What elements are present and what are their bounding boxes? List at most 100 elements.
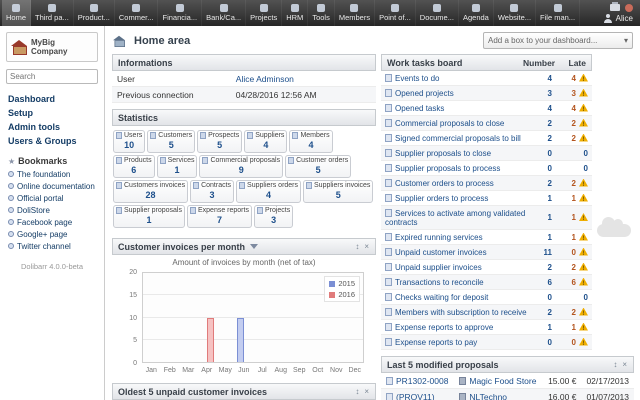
company-link[interactable]: NLTechno xyxy=(469,392,507,400)
sidebar-item-admin-tools[interactable]: Admin tools xyxy=(0,120,104,134)
task-link[interactable]: Customer orders to process xyxy=(395,179,494,188)
stat-expense-reports[interactable]: Expense reports7 xyxy=(187,205,252,228)
website-icon xyxy=(510,4,518,12)
menu-home[interactable]: Home xyxy=(2,0,31,26)
company-link[interactable]: Magic Food Store xyxy=(469,376,536,386)
task-link[interactable]: Supplier proposals to close xyxy=(395,149,491,158)
company-name: MyBig Company xyxy=(31,38,93,56)
informations-header: Informations xyxy=(112,54,376,71)
menu-product[interactable]: Product... xyxy=(74,0,115,26)
stat-customers[interactable]: Customers5 xyxy=(147,130,195,153)
filter-icon[interactable] xyxy=(250,244,258,249)
task-link[interactable]: Members with subscription to receive xyxy=(395,308,527,317)
logout-icon[interactable] xyxy=(625,4,633,12)
task-number-value[interactable]: 2 xyxy=(548,119,552,128)
task-number-value[interactable]: 0 xyxy=(548,293,552,302)
task-link[interactable]: Expense reports to pay xyxy=(395,338,477,347)
menu-third-pa[interactable]: Third pa... xyxy=(31,0,74,26)
task-number-value[interactable]: 1 xyxy=(548,233,552,242)
task-link[interactable]: Transactions to reconcile xyxy=(395,278,484,287)
ref-link[interactable]: PR1302-0008 xyxy=(396,376,448,386)
task-link[interactable]: Services to activate among validated con… xyxy=(385,209,525,227)
stat-prospects[interactable]: Prospects5 xyxy=(197,130,242,153)
stat-contracts[interactable]: Contracts3 xyxy=(190,180,234,203)
menu-website[interactable]: Website... xyxy=(494,0,536,26)
close-icon[interactable]: × xyxy=(363,387,370,396)
task-link[interactable]: Signed commercial proposals to bill xyxy=(395,134,521,143)
task-number-value[interactable]: 2 xyxy=(548,134,552,143)
collapse-icon[interactable]: ↕ xyxy=(354,387,360,396)
bookmark-item-the-foundation[interactable]: The foundation xyxy=(0,168,104,180)
sidebar-item-dashboard[interactable]: Dashboard xyxy=(0,92,104,106)
stat-suppliers[interactable]: Suppliers4 xyxy=(244,130,287,153)
task-number-cell: 2 xyxy=(532,260,556,275)
task-link[interactable]: Opened tasks xyxy=(395,104,444,113)
menu-hrm[interactable]: HRM xyxy=(282,0,308,26)
stat-customers-invoices[interactable]: Customers invoices28 xyxy=(113,180,188,203)
task-link[interactable]: Opened projects xyxy=(395,89,454,98)
task-number-value[interactable]: 1 xyxy=(548,213,552,222)
menu-tools[interactable]: Tools xyxy=(308,0,335,26)
stat-users[interactable]: Users10 xyxy=(113,130,145,153)
task-number-value[interactable]: 4 xyxy=(548,104,552,113)
menu-agenda[interactable]: Agenda xyxy=(459,0,494,26)
task-link[interactable]: Events to do xyxy=(395,74,439,83)
bookmark-item-facebook-page[interactable]: Facebook page xyxy=(0,216,104,228)
stat-members[interactable]: Members4 xyxy=(289,130,332,153)
ref-link[interactable]: (PROV11) xyxy=(396,392,435,400)
search-input[interactable] xyxy=(6,69,98,84)
menu-financia[interactable]: Financia... xyxy=(158,0,202,26)
menu-commer[interactable]: Commer... xyxy=(115,0,159,26)
addbox-select[interactable]: Add a box to your dashboard... ▾ xyxy=(483,32,633,49)
user-link[interactable]: Alice Adminson xyxy=(236,74,294,84)
task-number-value[interactable]: 11 xyxy=(544,248,552,257)
task-number-value[interactable]: 2 xyxy=(548,263,552,272)
stat-products[interactable]: Products6 xyxy=(113,155,155,178)
bookmark-item-online-documentation[interactable]: Online documentation xyxy=(0,180,104,192)
task-number-value[interactable]: 3 xyxy=(548,89,552,98)
task-link[interactable]: Expired running services xyxy=(395,233,483,242)
bookmark-item-dolistore[interactable]: DoliStore xyxy=(0,204,104,216)
bookmark-item-official-portal[interactable]: Official portal xyxy=(0,192,104,204)
menu-projects[interactable]: Projects xyxy=(246,0,282,26)
collapse-icon[interactable]: ↕ xyxy=(612,360,618,369)
task-number-value[interactable]: 0 xyxy=(548,149,552,158)
task-link[interactable]: Checks waiting for deposit xyxy=(395,293,488,302)
user-menu[interactable]: Alice xyxy=(604,14,633,23)
menu-docume[interactable]: Docume... xyxy=(416,0,459,26)
task-link[interactable]: Supplier orders to process xyxy=(395,194,488,203)
stat-supplier-proposals[interactable]: Supplier proposals1 xyxy=(113,205,185,228)
sidebar-item-setup[interactable]: Setup xyxy=(0,106,104,120)
menu-point-of[interactable]: Point of... xyxy=(375,0,416,26)
task-link[interactable]: Unpaid customer invoices xyxy=(395,248,487,257)
task-number-value[interactable]: 2 xyxy=(548,179,552,188)
menu-file-man[interactable]: File man... xyxy=(536,0,580,26)
task-link[interactable]: Supplier proposals to process xyxy=(395,164,500,173)
task-link[interactable]: Unpaid supplier invoices xyxy=(395,263,482,272)
stat-customer-orders[interactable]: Customer orders5 xyxy=(285,155,351,178)
task-number-value[interactable]: 4 xyxy=(548,74,552,83)
task-number-value[interactable]: 2 xyxy=(548,308,552,317)
bookmark-item-twitter-channel[interactable]: Twitter channel xyxy=(0,240,104,252)
task-number-value[interactable]: 0 xyxy=(548,164,552,173)
task-number-value[interactable]: 6 xyxy=(548,278,552,287)
close-icon[interactable]: × xyxy=(621,360,628,369)
sidebar-item-users-groups[interactable]: Users & Groups xyxy=(0,134,104,148)
print-icon[interactable] xyxy=(610,4,620,11)
task-number-value[interactable]: 1 xyxy=(548,194,552,203)
task-link[interactable]: Commercial proposals to close xyxy=(395,119,504,128)
bookmark-item-google-page[interactable]: Google+ page xyxy=(0,228,104,240)
stat-services[interactable]: Services1 xyxy=(157,155,198,178)
stat-projects[interactable]: Projects3 xyxy=(254,205,293,228)
stat-suppliers-invoices[interactable]: Suppliers invoices5 xyxy=(303,180,373,203)
company-logo[interactable]: MyBig Company xyxy=(6,32,98,62)
menu-bank-ca[interactable]: Bank/Ca... xyxy=(202,0,246,26)
close-icon[interactable]: × xyxy=(363,242,370,251)
menu-members[interactable]: Members xyxy=(335,0,375,26)
task-number-value[interactable]: 0 xyxy=(548,338,552,347)
stat-suppliers-orders[interactable]: Suppliers orders4 xyxy=(236,180,301,203)
stat-commercial-proposals[interactable]: Commercial proposals9 xyxy=(199,155,283,178)
task-number-value[interactable]: 1 xyxy=(548,323,552,332)
task-link[interactable]: Expense reports to approve xyxy=(395,323,493,332)
collapse-icon[interactable]: ↕ xyxy=(354,242,360,251)
